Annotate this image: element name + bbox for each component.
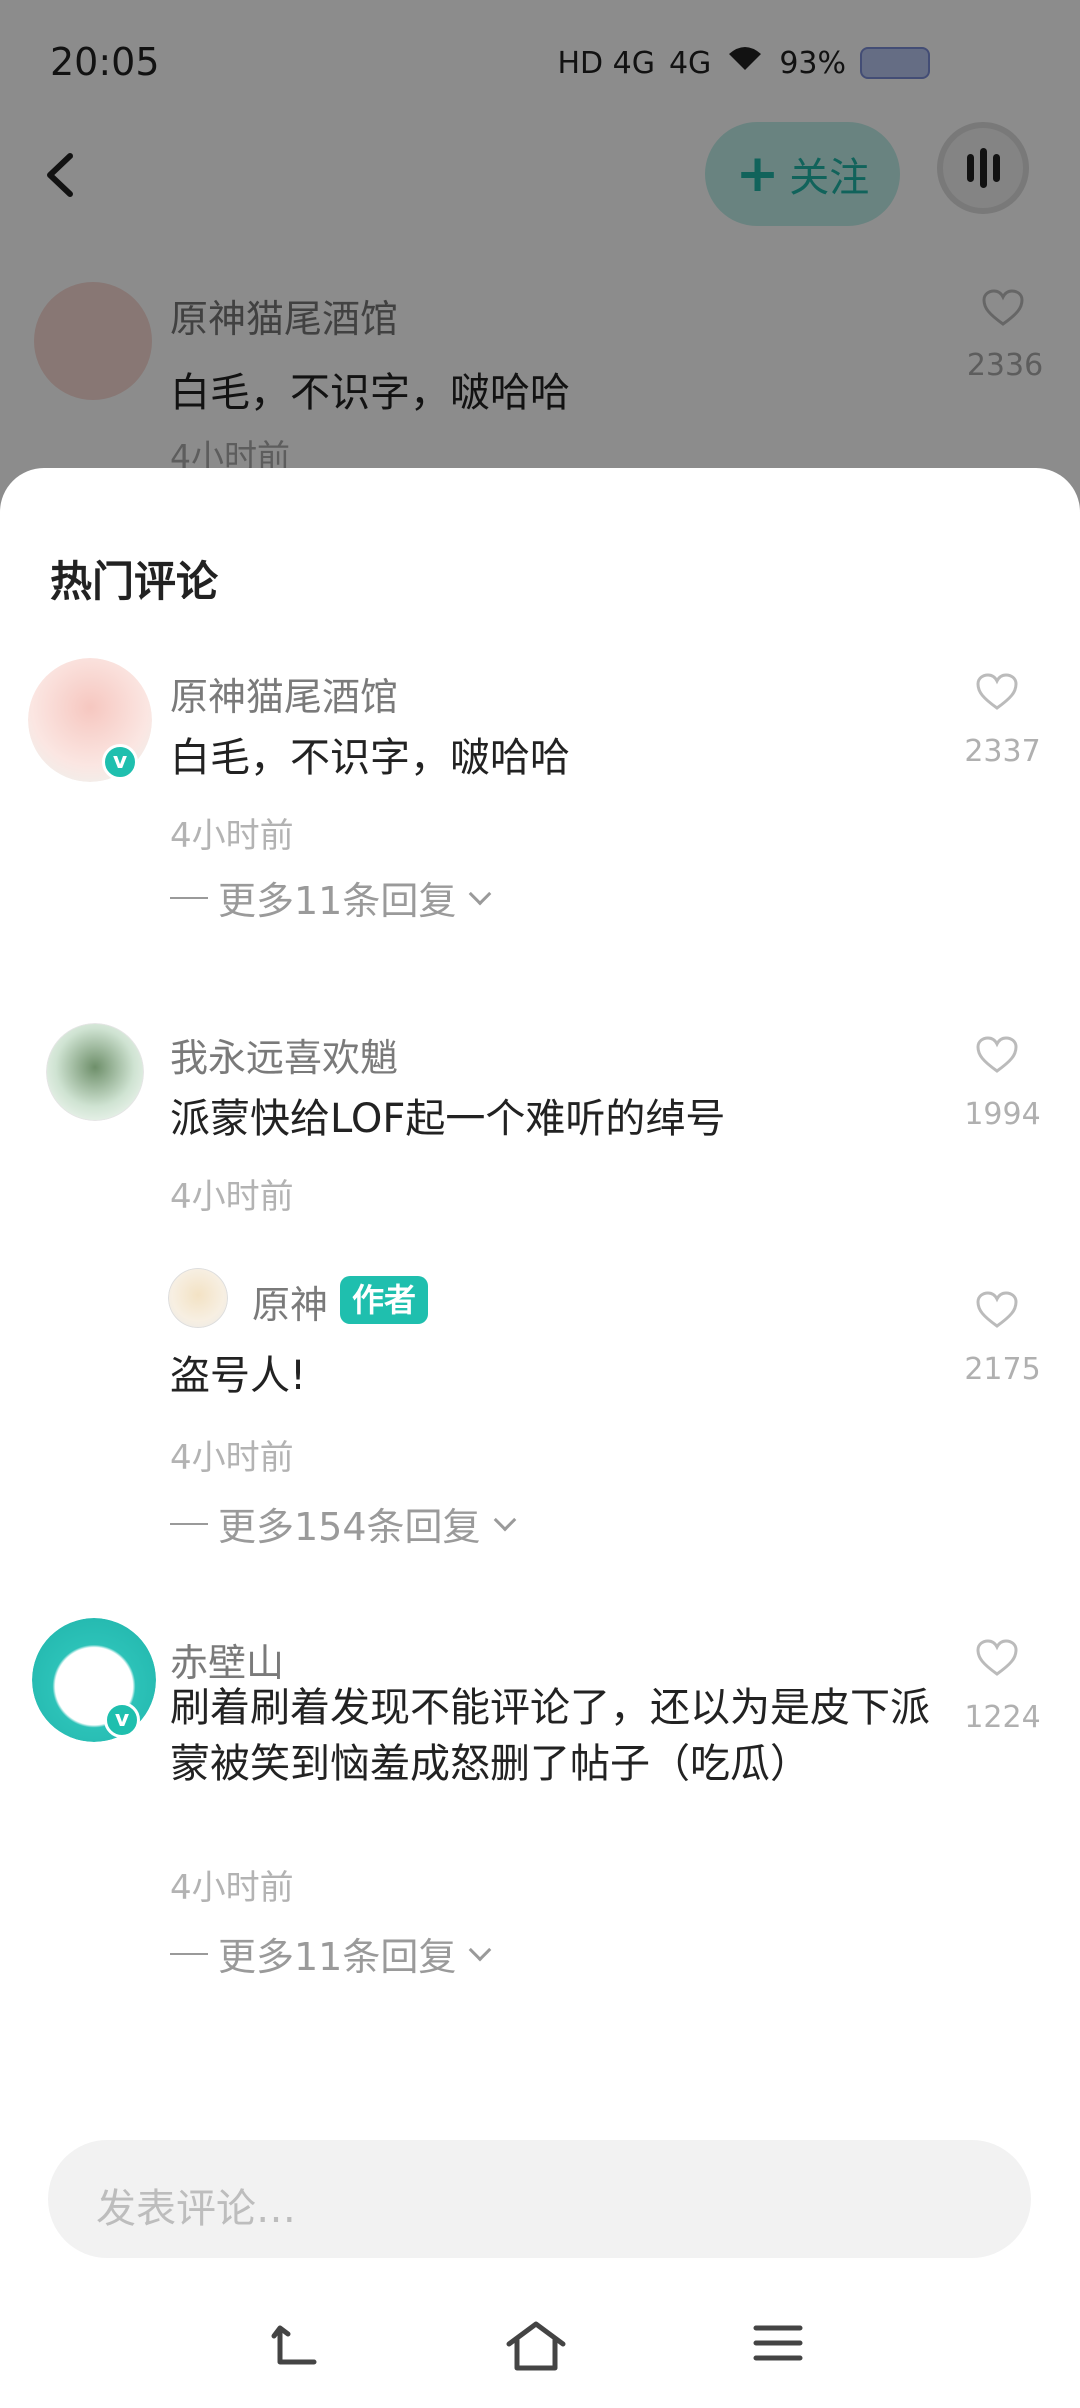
nav-back-button[interactable] [266,2318,336,2378]
dash-icon [170,1952,208,1955]
more-replies-label: 更多11条回复 [218,879,457,923]
more-replies-link[interactable]: 更多154条回复 [170,1496,516,1551]
audio-bar [979,148,987,188]
comment-author[interactable]: 我永远喜欢魈 [170,1027,398,1082]
more-replies-link[interactable]: 更多11条回复 [170,1926,492,1981]
network-indicator-2: 4G [668,45,712,81]
like-count: 1994 [964,1097,1041,1132]
status-time: 20:05 [50,40,160,84]
plus-icon: + [735,144,780,204]
nav-home-button[interactable] [505,2318,575,2378]
like-button[interactable] [975,672,1031,722]
home-icon [506,2321,566,2371]
heart-icon [976,673,1018,710]
back-arrow-icon [47,153,73,197]
heart-icon [976,1036,1018,1073]
chevron-down-icon [469,882,492,905]
comment-author: 原神猫尾酒馆 [170,297,399,341]
battery-percent: 93% [779,45,846,81]
more-replies-link[interactable]: 更多11条回复 [170,870,492,925]
like-button[interactable] [975,1638,1031,1688]
audio-bar [992,154,1000,182]
menu-icon [753,2325,803,2361]
audio-bars-icon [966,154,974,182]
avatar[interactable] [168,1268,228,1328]
comment-author[interactable]: 原神 [252,1274,328,1329]
nav-back-icon [271,2325,317,2365]
chevron-down-icon [493,1508,516,1531]
comment-author[interactable]: 原神猫尾酒馆 [170,666,398,721]
follow-button[interactable]: + 关注 [705,122,900,226]
like-count: 2336 [966,348,1044,383]
comment-time: 4小时前 [170,1438,294,1478]
comment-author[interactable]: 赤壁山 [170,1632,284,1687]
dash-icon [170,896,208,899]
system-nav-bar [0,2290,1080,2408]
avatar [34,282,152,400]
verified-icon: v [104,1702,140,1738]
back-button[interactable] [40,150,80,200]
comment-text: 盗号人! [170,1353,307,1399]
wifi-icon [725,44,765,82]
like-button[interactable] [975,1035,1031,1085]
nav-menu-button[interactable] [750,2318,820,2378]
comment-text: 白毛，不识字，啵哈哈 [170,370,570,416]
follow-label: 关注 [789,155,870,201]
heart-icon [976,1291,1018,1328]
verified-icon: v [102,744,138,780]
author-badge: 作者 [340,1276,429,1324]
status-bar: 20:05 HD 4G 4G 93% [0,0,1080,110]
more-replies-label: 更多11条回复 [218,1935,457,1979]
comment-input-placeholder: 发表评论… [96,2186,296,2232]
like-count: 2175 [964,1352,1041,1387]
dash-icon [170,1522,208,1525]
like-count: 2337 [964,734,1041,769]
sheet-title: 热门评论 [50,557,219,606]
network-indicator: HD 4G [557,45,655,81]
comments-sheet: 热门评论 v 原神猫尾酒馆 白毛，不识字，啵哈哈 4小时前 更多11条回复 23… [0,468,1080,2408]
audio-button[interactable] [937,122,1029,214]
chevron-down-icon [469,1938,492,1961]
avatar[interactable] [46,1023,144,1121]
comment-text: 白毛，不识字，啵哈哈 [170,735,570,781]
comment-time: 4小时前 [170,1177,294,1217]
status-icons: HD 4G 4G 93% [557,44,930,82]
comment-text: 派蒙快给LOF起一个难听的绰号 [170,1096,726,1142]
comment-text: 刷着刷着发现不能评论了，还以为是皮下派蒙被笑到恼羞成怒删了帖子（吃瓜） [170,1685,930,1787]
like-count: 1224 [964,1700,1041,1735]
like-button[interactable] [975,1290,1031,1340]
comment-time: 4小时前 [170,816,294,856]
comment-input[interactable]: 发表评论… [48,2140,1031,2258]
comment-time: 4小时前 [170,1868,294,1908]
more-replies-label: 更多154条回复 [218,1505,481,1549]
heart-icon [968,288,1038,332]
heart-icon [976,1639,1018,1676]
battery-icon [860,47,930,79]
